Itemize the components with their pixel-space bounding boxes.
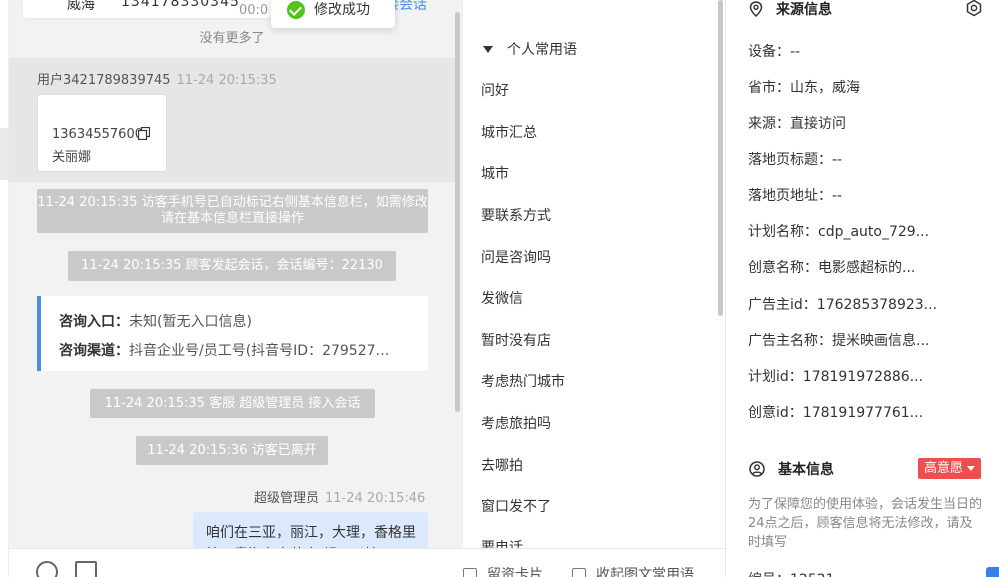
form-icon xyxy=(463,567,477,577)
success-toast: 修改成功 xyxy=(271,0,395,28)
info-row-device: 设备：-- xyxy=(748,44,801,60)
phrase-item[interactable]: 考虑旅拍吗 xyxy=(481,413,551,433)
info-row-source: 来源：直接访问 xyxy=(748,116,846,132)
phrases-panel: 个人常用语 问好 城市汇总 城市 要联系方式 问是咨询吗 发微信 暂时没有店 考… xyxy=(462,0,725,548)
chat-toolbar: 留资卡片 收起图文常用语 xyxy=(9,548,725,577)
left-gutter xyxy=(0,0,9,577)
system-notice-agent-joined: 11-24 20:15:35 客服 超级管理员 接入会话 xyxy=(90,389,375,418)
phrase-item[interactable]: 城市 xyxy=(481,163,509,183)
basic-info-title: 基本信息 xyxy=(778,462,834,478)
consult-channel: 咨询渠道：抖音企业号/员工号(抖音号ID：279527… xyxy=(59,340,390,360)
info-row-plan-id: 计划id：178191972886... xyxy=(748,369,924,385)
dropdown-arrow-icon xyxy=(967,466,976,471)
phrase-item[interactable]: 问是咨询吗 xyxy=(481,247,551,267)
phrase-item[interactable]: 窗口发不了 xyxy=(481,496,551,516)
visitor-message-time: 11-24 20:15:35 xyxy=(176,73,277,88)
floating-action-button[interactable] xyxy=(986,567,999,577)
agent-message-bubble: 咱们在三亚，丽江，大理，香格里拉，青海有直营店,都可以拍 xyxy=(193,512,428,552)
info-row-creative-id: 创意id：178191977761... xyxy=(748,405,924,421)
consult-channel-label: 咨询渠道： xyxy=(59,343,129,359)
collapse-phrases-label: 收起图文常用语 xyxy=(596,567,694,577)
toast-text: 修改成功 xyxy=(314,2,370,18)
visitor-city: 威海 xyxy=(67,0,95,13)
info-row-plan-name: 计划名称：cdp_auto_729... xyxy=(748,224,930,240)
no-more-history: 没有更多了 xyxy=(199,31,265,46)
info-row-number: 编号：12521 xyxy=(748,569,835,577)
system-notice-phone: 11-24 20:15:35 访客手机号已自动标记右侧基本信息栏，如需修改请在基… xyxy=(37,189,428,233)
phrases-scrollbar[interactable] xyxy=(718,0,723,316)
image-icon[interactable] xyxy=(75,561,97,577)
phrase-item-partial[interactable]: 要电话 xyxy=(481,537,523,548)
agent-name: 超级管理员 xyxy=(254,491,320,506)
gutter-marker xyxy=(0,128,9,180)
source-info-title: 来源信息 xyxy=(776,2,832,18)
consult-entry-value: 未知(暂无入口信息) xyxy=(129,314,252,330)
info-row-landing-url: 落地页地址：-- xyxy=(748,188,843,204)
info-panel: 来源信息 设备：-- 省市：山东，威海 来源：直接访问 落地页标题：-- 落地页… xyxy=(725,0,999,577)
source-info-header: 来源信息 xyxy=(749,0,832,19)
check-circle-icon xyxy=(287,1,305,19)
contact-card-message[interactable]: 13634557600 关丽娜 xyxy=(37,94,167,172)
info-row-advertiser-name: 广告主名称：提米映画信息... xyxy=(748,333,930,349)
lead-card-button[interactable]: 留资卡片 xyxy=(463,564,543,577)
phrase-item[interactable]: 暂时没有店 xyxy=(481,330,551,350)
phrase-group-label: 个人常用语 xyxy=(507,42,577,58)
lead-card-label: 留资卡片 xyxy=(487,567,543,577)
system-notice-session: 11-24 20:15:35 顾客发起会话，会话编号：22130 xyxy=(68,251,396,281)
visitor-sender: 用户3421789839745 11-24 20:15:35 xyxy=(37,69,277,88)
system-notice-visitor-left: 11-24 20:15:36 访客已离开 xyxy=(136,436,328,465)
visitor-phone-top: 134178330345 xyxy=(121,0,240,10)
info-row-creative-name: 创意名称：电影感超标的... xyxy=(748,260,916,276)
document-icon xyxy=(572,567,586,577)
emoji-icon[interactable] xyxy=(36,561,58,577)
settings-gear-icon[interactable] xyxy=(965,0,983,17)
visitor-duration: 00:0 xyxy=(239,3,269,18)
card-phone: 13634557600 xyxy=(52,127,143,142)
location-pin-icon xyxy=(749,1,763,17)
phrase-item[interactable]: 问好 xyxy=(481,80,509,100)
phrase-item[interactable]: 去哪拍 xyxy=(481,455,523,475)
user-circle-icon xyxy=(749,461,765,477)
agent-message-time: 11-24 20:15:46 xyxy=(325,491,426,506)
agent-sender: 超级管理员 11-24 20:15:46 xyxy=(254,487,425,506)
phrase-item[interactable]: 要联系方式 xyxy=(481,205,551,225)
phrase-group-personal[interactable]: 个人常用语 xyxy=(483,39,577,59)
consult-entry: 咨询入口：未知(暂无入口信息) xyxy=(59,311,252,331)
collapse-phrases-button[interactable]: 收起图文常用语 xyxy=(572,564,694,577)
info-row-landing-title: 落地页标题：-- xyxy=(748,152,843,168)
info-row-province-city: 省市：山东，威海 xyxy=(748,80,860,96)
phrase-item[interactable]: 考虑热门城市 xyxy=(481,371,565,391)
consult-info-card: 咨询入口：未知(暂无入口信息) 咨询渠道：抖音企业号/员工号(抖音号ID：279… xyxy=(37,296,428,371)
caret-down-icon xyxy=(483,45,493,53)
consult-entry-label: 咨询入口： xyxy=(59,314,129,330)
chat-scrollbar[interactable] xyxy=(455,12,460,412)
card-name: 关丽娜 xyxy=(52,150,92,165)
chat-panel[interactable]: 威海 134178330345 00:0 接会话 没有更多了 用户3421789… xyxy=(9,0,462,577)
intent-level-label: 高意愿 xyxy=(924,461,964,476)
info-row-advertiser-id: 广告主id：176285378923... xyxy=(748,297,938,313)
basic-info-header: 基本信息 xyxy=(749,459,834,479)
basic-info-notice: 为了保障您的使用体验，会话发生当日的24点之后，顾客信息将无法修改，请及时填写 xyxy=(748,497,983,550)
consult-channel-value: 抖音企业号/员工号(抖音号ID：279527… xyxy=(129,343,390,359)
phrase-item[interactable]: 发微信 xyxy=(481,288,523,308)
phrase-item[interactable]: 城市汇总 xyxy=(481,122,537,142)
visitor-name: 用户3421789839745 xyxy=(37,73,171,88)
intent-level-dropdown[interactable]: 高意愿 xyxy=(918,458,982,479)
copy-icon[interactable] xyxy=(138,127,150,140)
